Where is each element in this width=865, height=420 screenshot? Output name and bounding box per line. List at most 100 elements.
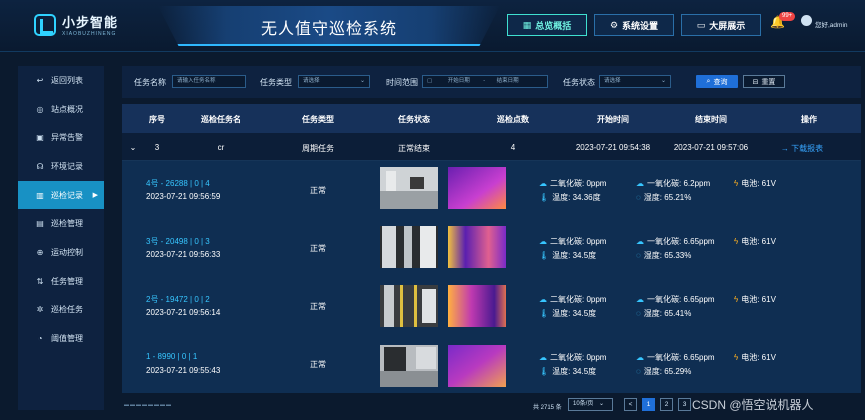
record-time: 2023-07-21 09:56:33	[146, 250, 221, 259]
record-status: 正常	[310, 302, 326, 311]
humidity-icon: ◌	[636, 193, 641, 202]
humidity-value: 湿度: 65.21%	[643, 193, 692, 202]
row-start-time: 2023-07-21 09:54:38	[575, 143, 651, 152]
thermal-image[interactable]	[448, 285, 506, 327]
sidebar-item-label: 巡检记录	[51, 190, 83, 200]
temperature-value: 温度: 34.5度	[552, 309, 597, 318]
camera-photo[interactable]	[380, 226, 438, 268]
sidebar-item-label: 巡检任务	[51, 305, 83, 315]
thermometer-icon: 🌡	[539, 251, 550, 260]
task-name-input[interactable]: 请输入任务名称	[172, 75, 246, 88]
sidebar-item-motion-control[interactable]: ⊕ 运动控制	[18, 238, 104, 267]
sidebar-item-threshold[interactable]: ◔ 阈值管理	[18, 324, 104, 353]
co-value: 一氧化碳: 6.65ppm	[647, 353, 715, 362]
cloud-icon: ☁	[539, 353, 547, 362]
co-value: 一氧化碳: 6.65ppm	[647, 237, 715, 246]
battery-value: 电池: 61V	[741, 295, 776, 304]
task-name-placeholder: 请输入任务名称	[177, 78, 216, 84]
query-button[interactable]: ⌕ 查询	[696, 75, 738, 88]
record-title[interactable]: 2号 - 19472 | 0 | 2	[146, 294, 210, 305]
nav-settings-button[interactable]: ⚙ 系统设置	[594, 14, 674, 36]
page-button-3[interactable]: 3	[678, 398, 691, 411]
cloud-icon: ☁	[636, 237, 644, 246]
task-type-placeholder: 请选择	[303, 78, 320, 84]
watermark: CSDN @悟空说机器人	[692, 398, 814, 412]
sidebar-item-alarm[interactable]: ▣ 异常告警	[18, 123, 104, 152]
sidebar-item-environment[interactable]: ☊ 环境记录	[18, 152, 104, 181]
record-status: 正常	[310, 186, 326, 195]
user-greeting[interactable]: 您好,admin	[815, 19, 848, 29]
humidity-value: 湿度: 65.29%	[643, 367, 692, 376]
record-title[interactable]: 1 - 8990 | 0 | 1	[146, 352, 197, 361]
task-type-label: 任务类型	[260, 78, 292, 87]
task-type-select[interactable]: 请选择 ⌄	[298, 75, 370, 88]
sidebar-item-site[interactable]: ◎ 站点概况	[18, 95, 104, 124]
camera-photo[interactable]	[380, 285, 438, 327]
thermal-image[interactable]	[448, 167, 506, 209]
camera-photo[interactable]	[380, 345, 438, 387]
row-task-status: 正常结束	[398, 144, 430, 153]
lightning-icon: ϟ	[734, 179, 739, 188]
co2-value: 二氧化碳: 0ppm	[550, 237, 607, 246]
row-task-name: cr	[217, 143, 225, 152]
nav-settings-label: 系统设置	[622, 20, 659, 31]
humidity-reading: ◌ 湿度: 65.21%	[636, 192, 691, 203]
camera-photo[interactable]	[380, 167, 438, 209]
nav-overview-button[interactable]: ▦ 总览概括	[507, 14, 587, 36]
sidebar-item-label: 站点概况	[51, 104, 83, 114]
top-header: 小步智能 XIAOBUZHINENG 无人值守巡检系统 ▦ 总览概括 ⚙ 系统设…	[0, 0, 865, 52]
page-size-value: 10条/页	[573, 401, 594, 407]
record-title[interactable]: 3号 - 20498 | 0 | 3	[146, 236, 210, 247]
co-reading: ☁ 一氧化碳: 6.65ppm	[636, 236, 715, 247]
list-item: 3号 - 20498 | 0 | 3 2023-07-21 09:56:33 正…	[122, 219, 861, 277]
battery-reading: ϟ 电池: 61V	[734, 236, 776, 247]
date-range-picker[interactable]: ▢ 开始日期 - 结束日期	[422, 75, 548, 88]
co-value: 一氧化碳: 6.2ppm	[647, 179, 711, 188]
sidebar-item-inspection-task[interactable]: ✲ 巡检任务	[18, 296, 104, 325]
sidebar-item-back[interactable]: ↩ 返回列表	[18, 66, 104, 95]
thermal-image[interactable]	[448, 345, 506, 387]
sidebar-item-inspection-record[interactable]: ▥ 巡检记录 ▶	[18, 180, 104, 210]
row-point-count: 4	[510, 143, 516, 152]
temperature-value: 温度: 34.36度	[552, 193, 601, 202]
sidebar-item-inspection-manage[interactable]: ▤ 巡检管理	[18, 209, 104, 238]
cloud-icon: ☁	[539, 237, 547, 246]
page-button-2[interactable]: 2	[660, 398, 673, 411]
nav-bigscreen-button[interactable]: ▭ 大屏展示	[681, 14, 761, 36]
task-status-select[interactable]: 请选择 ⌄	[599, 75, 671, 88]
sidebar-item-label: 返回列表	[51, 75, 83, 85]
cloud-icon: ☁	[636, 179, 644, 188]
thermal-image[interactable]	[448, 226, 506, 268]
reset-icon: ⊟	[752, 78, 759, 86]
calendar-icon: ▢	[427, 78, 433, 84]
lightning-icon: ϟ	[734, 237, 739, 246]
humidity-value: 湿度: 65.41%	[643, 309, 692, 318]
table-row[interactable]: ⌄ 3 cr 周期任务 正常结束 4 2023-07-21 09:54:38 2…	[122, 133, 861, 161]
humidity-reading: ◌ 湿度: 65.41%	[636, 308, 691, 319]
co2-value: 二氧化碳: 0ppm	[550, 353, 607, 362]
column-header: 开始时间	[597, 115, 629, 124]
cloud-icon: ☁	[539, 295, 547, 304]
co-reading: ☁ 一氧化碳: 6.65ppm	[636, 294, 715, 305]
nav-overview-label: 总览概括	[535, 20, 572, 31]
record-title[interactable]: 4号 - 26288 | 0 | 4	[146, 178, 210, 189]
scrollbar-track[interactable]: ▬▬▬▬▬▬▬▬	[124, 402, 172, 408]
download-report-link[interactable]: → 下载报表	[772, 143, 832, 154]
environment-icon: ☊	[36, 161, 44, 171]
sidebar: ↩ 返回列表 ◎ 站点概况 ▣ 异常告警 ☊ 环境记录 ▥ 巡检记录 ▶ ▤ 巡…	[18, 66, 104, 410]
user-avatar-icon[interactable]	[801, 15, 812, 26]
reset-button[interactable]: ⊟ 重置	[743, 75, 785, 88]
logo: 小步智能 XIAOBUZHINENG	[34, 12, 118, 37]
page-size-select[interactable]: 10条/页 ⌄	[568, 398, 613, 411]
collapse-chevron-icon[interactable]: ⌄	[128, 143, 138, 152]
column-header: 任务类型	[302, 115, 334, 124]
prev-page-button[interactable]: <	[624, 398, 637, 411]
list-item: 1 - 8990 | 0 | 1 2023-07-21 09:55:43 正常 …	[122, 335, 861, 393]
humidity-icon: ◌	[636, 251, 641, 260]
cloud-icon: ☁	[539, 179, 547, 188]
page-button-1[interactable]: 1	[642, 398, 655, 411]
sidebar-item-task-manage[interactable]: ⇅ 任务管理	[18, 267, 104, 296]
humidity-reading: ◌ 湿度: 65.33%	[636, 250, 691, 261]
column-header: 序号	[149, 115, 165, 124]
task-icon: ⇅	[36, 276, 44, 286]
